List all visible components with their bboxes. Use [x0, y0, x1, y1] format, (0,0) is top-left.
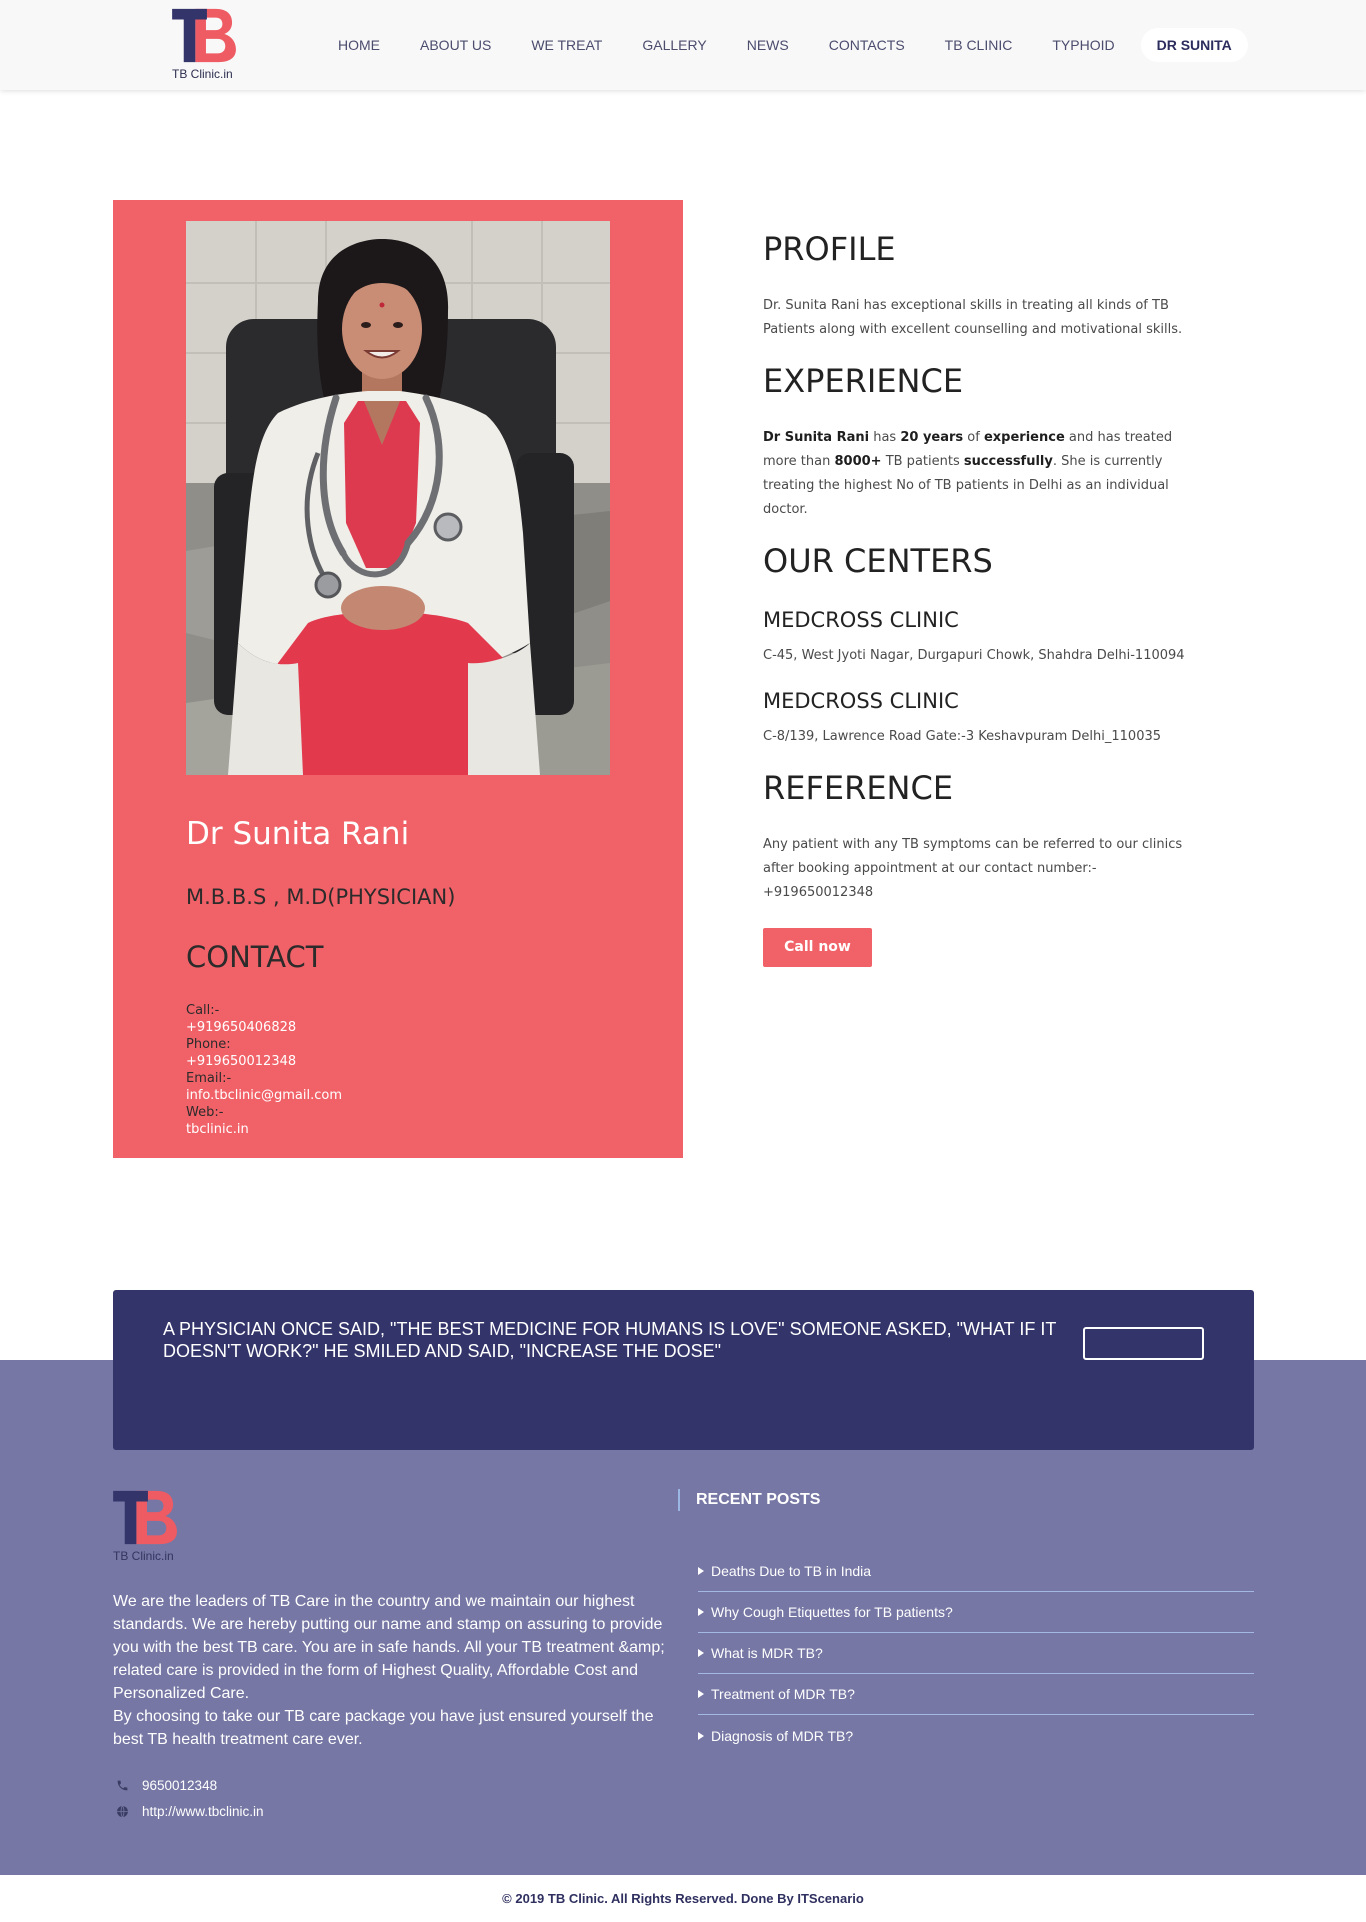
reference-text: Any patient with any TB symptoms can be …: [763, 837, 1183, 900]
experience-seg: of: [963, 430, 984, 445]
profile-heading: PROFILE: [763, 230, 896, 268]
nav-dr-sunita[interactable]: DR SUNITA: [1140, 28, 1248, 62]
quote-banner-button[interactable]: [1083, 1327, 1204, 1360]
nav-gallery[interactable]: GALLERY: [622, 28, 726, 62]
phone-icon: [117, 1780, 128, 1790]
contact-web-value[interactable]: tbclinic.in: [186, 1121, 342, 1138]
doctor-photo: [186, 221, 610, 775]
contact-email-value[interactable]: info.tbclinic@gmail.com: [186, 1087, 342, 1104]
experience-word: experience: [983, 430, 1065, 445]
footer-about-text: By choosing to take our TB care package …: [113, 1708, 654, 1748]
triangle-right-icon: [698, 1649, 704, 1657]
footer-logo-caption: TB Clinic.in: [113, 1549, 174, 1563]
main-nav: HOME ABOUT US WE TREAT GALLERY NEWS CONT…: [318, 28, 1248, 62]
experience-seg: TB patients: [881, 454, 964, 469]
contact-web-label: Web:-: [186, 1105, 224, 1120]
list-item[interactable]: Deaths Due to TB in India: [698, 1551, 1254, 1592]
triangle-right-icon: [698, 1567, 704, 1575]
footer-website[interactable]: http://www.tbclinic.in: [142, 1804, 264, 1819]
nav-we-treat[interactable]: WE TREAT: [511, 28, 622, 62]
center-address: C-45, West Jyoti Nagar, Durgapuri Chowk,…: [763, 648, 1185, 663]
contact-phone-value[interactable]: +919650012348: [186, 1053, 342, 1070]
nav-typhoid[interactable]: TYPHOID: [1032, 28, 1134, 62]
experience-patients: 8000+: [834, 454, 882, 469]
reference-heading: REFERENCE: [763, 769, 954, 807]
footer-phone[interactable]: 9650012348: [142, 1778, 217, 1793]
experience-seg: has: [869, 430, 901, 445]
nav-home[interactable]: HOME: [318, 28, 400, 62]
center-name: MEDCROSS CLINIC: [763, 689, 959, 713]
triangle-right-icon: [698, 1731, 704, 1740]
footer-web-row: http://www.tbclinic.in: [116, 1798, 264, 1824]
tb-logo-mark: [113, 1490, 177, 1545]
nav-contacts[interactable]: CONTACTS: [809, 28, 925, 62]
experience-years: 20 years: [900, 430, 964, 445]
tb-logo-mark: [172, 8, 236, 63]
nav-news[interactable]: NEWS: [727, 28, 809, 62]
globe-icon: [117, 1805, 128, 1817]
footer-about: We are the leaders of TB Care in the cou…: [113, 1590, 669, 1751]
contact-email-label: Email:-: [186, 1071, 232, 1086]
post-link[interactable]: Diagnosis of MDR TB?: [711, 1728, 853, 1744]
quote-text: A PHYSICIAN ONCE SAID, "THE BEST MEDICIN…: [163, 1319, 1056, 1361]
triangle-right-icon: [698, 1608, 704, 1616]
contact-phone-label: Phone:: [186, 1037, 231, 1052]
copyright: © 2019 TB Clinic. All Rights Reserved. D…: [0, 1875, 1366, 1922]
list-item[interactable]: Diagnosis of MDR TB?: [698, 1715, 1254, 1756]
nav-tb-clinic[interactable]: TB CLINIC: [925, 28, 1033, 62]
recent-posts-list: Deaths Due to TB in India Why Cough Etiq…: [698, 1551, 1254, 1756]
contact-list: Call:- +919650406828 Phone: +91965001234…: [186, 1002, 342, 1138]
call-now-button[interactable]: Call now: [763, 928, 872, 967]
doctor-qualification: M.B.B.S , M.D(PHYSICIAN): [186, 885, 456, 909]
experience-success: successfully: [963, 454, 1053, 469]
center-name: MEDCROSS CLINIC: [763, 608, 959, 632]
profile-text: Dr. Sunita Rani has exceptional skills i…: [763, 298, 1183, 337]
list-item[interactable]: What is MDR TB?: [698, 1633, 1254, 1674]
doctor-card: Dr Sunita Rani M.B.B.S , M.D(PHYSICIAN) …: [113, 200, 683, 1158]
centers-heading: OUR CENTERS: [763, 542, 993, 580]
footer-phone-row: 9650012348: [116, 1772, 264, 1798]
triangle-right-icon: [698, 1690, 704, 1698]
contact-heading: CONTACT: [186, 940, 324, 974]
footer-contact: 9650012348 http://www.tbclinic.in: [116, 1772, 264, 1824]
site-logo[interactable]: TB Clinic.in: [172, 6, 262, 81]
post-link[interactable]: Treatment of MDR TB?: [711, 1686, 855, 1702]
nav-about-us[interactable]: ABOUT US: [400, 28, 511, 62]
doctor-details: PROFILE Dr. Sunita Rani has exceptional …: [763, 229, 1193, 967]
contact-call-label: Call:-: [186, 1003, 220, 1018]
quote-banner: A PHYSICIAN ONCE SAID, "THE BEST MEDICIN…: [113, 1290, 1254, 1450]
footer-about-text: We are the leaders of TB Care in the cou…: [113, 1593, 665, 1702]
logo-caption: TB Clinic.in: [172, 67, 233, 81]
post-link[interactable]: Deaths Due to TB in India: [711, 1563, 871, 1579]
footer-logo[interactable]: TB Clinic.in: [113, 1488, 203, 1563]
recent-posts-heading: RECENT POSTS: [678, 1489, 820, 1511]
contact-call-value[interactable]: +919650406828: [186, 1019, 342, 1036]
post-link[interactable]: Why Cough Etiquettes for TB patients?: [711, 1604, 953, 1620]
experience-heading: EXPERIENCE: [763, 362, 964, 400]
experience-text: Dr Sunita Rani has 20 years of experienc…: [763, 426, 1193, 522]
list-item[interactable]: Why Cough Etiquettes for TB patients?: [698, 1592, 1254, 1633]
center-address: C-8/139, Lawrence Road Gate:-3 Keshavpur…: [763, 729, 1162, 744]
experience-name: Dr Sunita Rani: [763, 430, 870, 445]
post-link[interactable]: What is MDR TB?: [711, 1645, 823, 1661]
list-item[interactable]: Treatment of MDR TB?: [698, 1674, 1254, 1715]
site-header: TB Clinic.in HOME ABOUT US WE TREAT GALL…: [0, 0, 1366, 90]
doctor-name: Dr Sunita Rani: [186, 816, 410, 852]
